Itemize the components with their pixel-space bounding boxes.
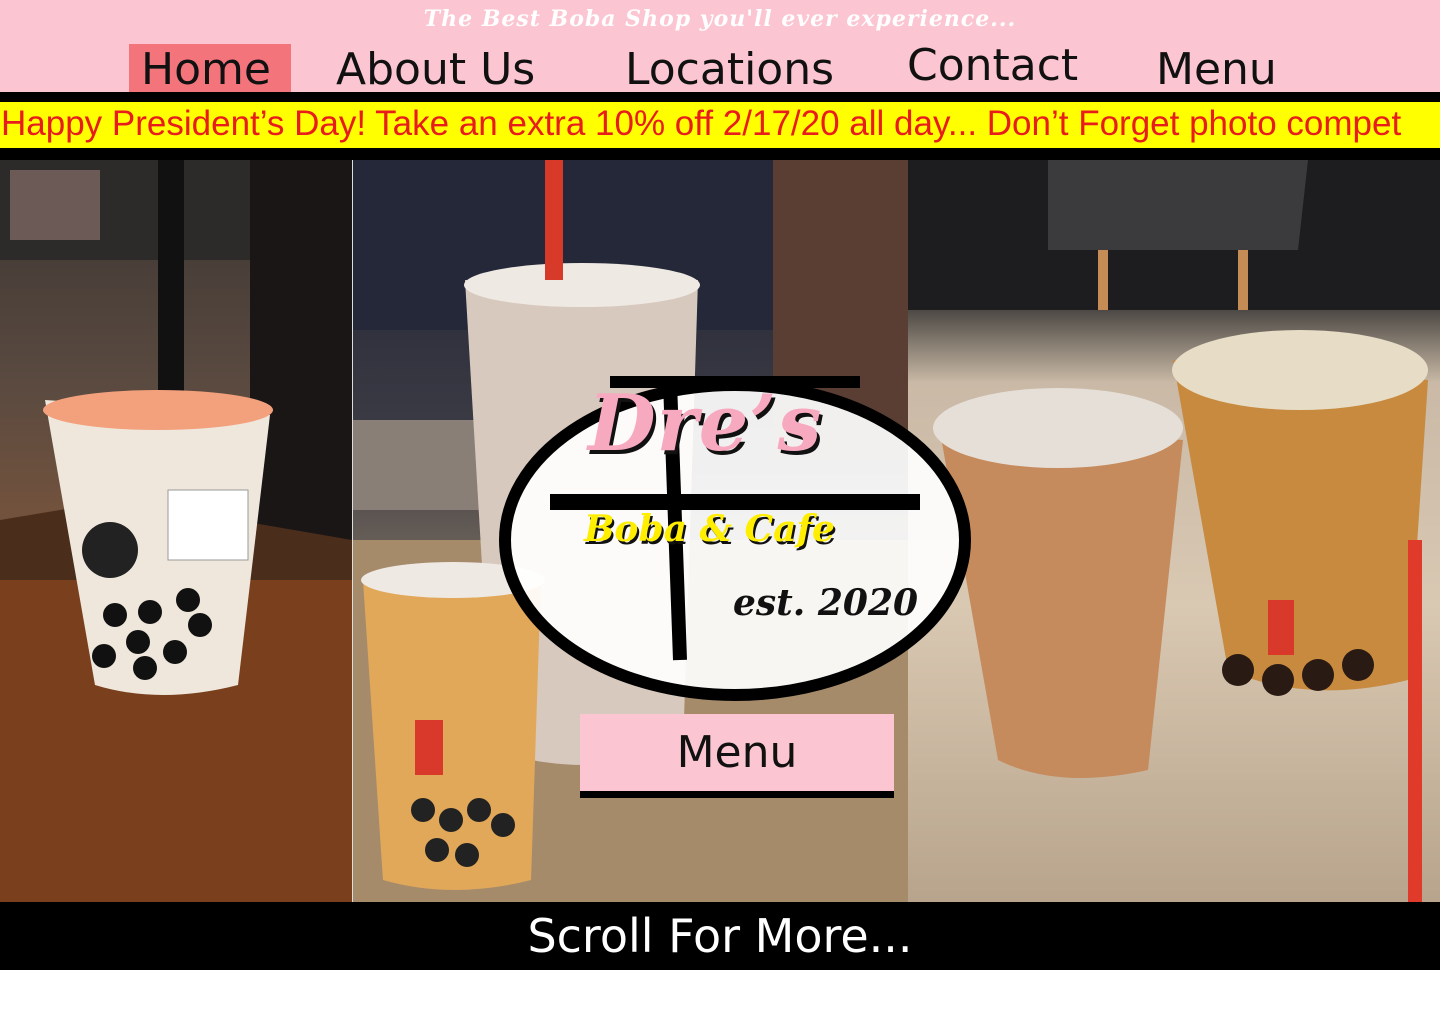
promo-banner: Happy President’s Day! Take an extra 10%… bbox=[0, 102, 1440, 148]
scroll-for-more[interactable]: Scroll For More... bbox=[0, 902, 1440, 970]
logo-established: est. 2020 bbox=[733, 582, 919, 624]
nav-home[interactable]: Home bbox=[129, 44, 291, 95]
nav-about-us[interactable]: About Us bbox=[336, 44, 535, 95]
promo-text: Happy President’s Day! Take an extra 10%… bbox=[1, 104, 1402, 143]
divider-top bbox=[0, 92, 1440, 102]
logo-name: Dre’s bbox=[588, 378, 823, 469]
photo-right bbox=[908, 160, 1440, 902]
logo-subtitle: Boba & Cafe bbox=[584, 508, 835, 550]
divider-bottom bbox=[0, 148, 1440, 160]
tagline: The Best Boba Shop you'll ever experienc… bbox=[423, 6, 1017, 32]
photo-left bbox=[0, 160, 352, 902]
menu-button[interactable]: Menu bbox=[580, 714, 894, 798]
nav-contact[interactable]: Contact bbox=[907, 40, 1078, 91]
nav-menu[interactable]: Menu bbox=[1156, 44, 1277, 95]
site-header: The Best Boba Shop you'll ever experienc… bbox=[0, 0, 1440, 95]
nav-locations[interactable]: Locations bbox=[625, 44, 834, 95]
